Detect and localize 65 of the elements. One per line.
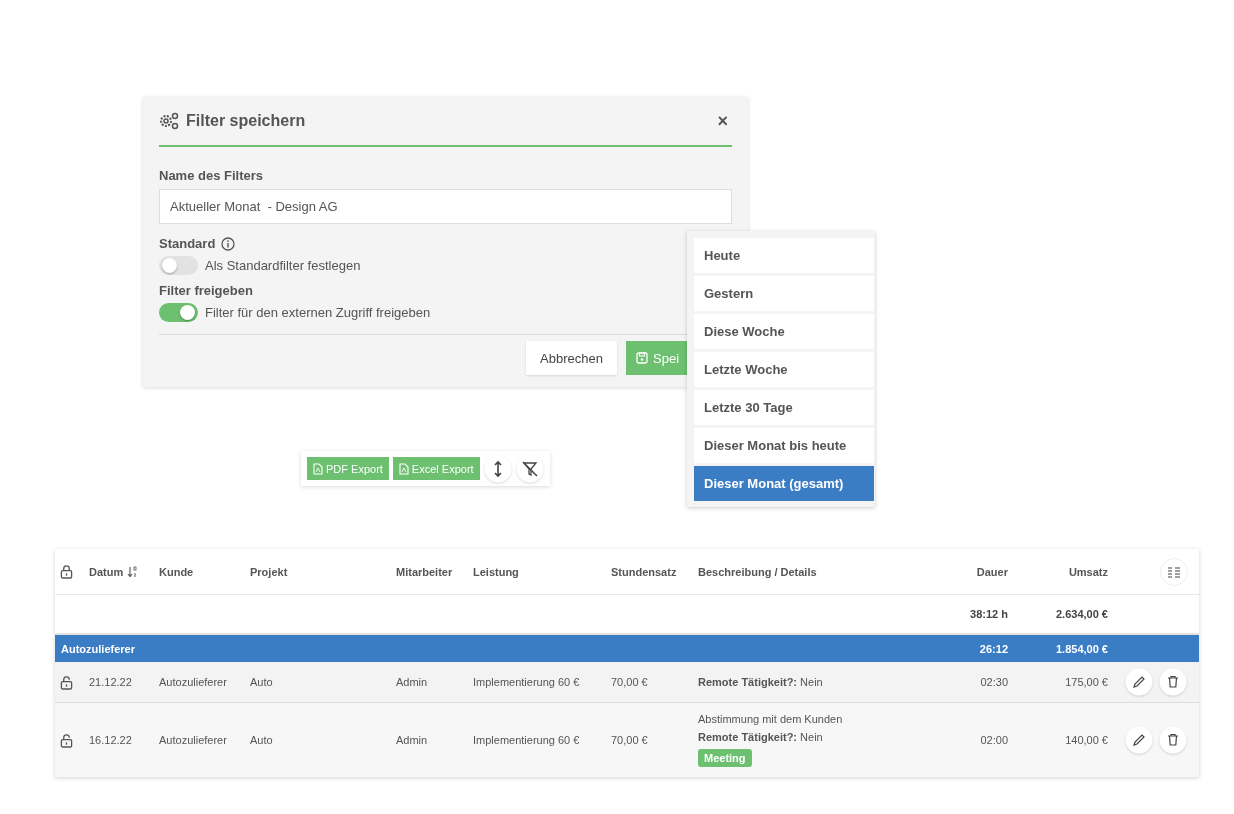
delete-icon[interactable] <box>1159 668 1187 696</box>
name-field[interactable]: Aktueller Monat - Design AG <box>159 189 732 224</box>
total-duration: 38:12 h <box>969 608 1008 620</box>
column-header[interactable]: Beschreibung / Details <box>698 565 817 578</box>
column-header[interactable]: Umsatz <box>1068 565 1108 578</box>
menu-item[interactable]: Heute <box>694 238 874 273</box>
file-icon <box>313 462 323 475</box>
field-label: Filter freigeben <box>159 283 253 298</box>
menu-item[interactable]: Letzte 30 Tage <box>694 390 874 425</box>
column-header[interactable]: Datum <box>89 565 124 578</box>
table-cell: 21.12.22 <box>89 676 132 688</box>
menu-item[interactable]: Gestern <box>694 276 874 311</box>
edit-icon[interactable] <box>1125 726 1153 754</box>
detail-text: Abstimmung mit dem Kunden <box>698 713 843 725</box>
sort-icon[interactable] <box>127 565 138 578</box>
table-cell: Implementierung 60 € <box>473 676 580 688</box>
toggle-switch[interactable] <box>159 303 198 322</box>
dialog-title: Filter speichern <box>186 112 307 130</box>
toggle-label: Filter für den externen Zugriff freigeben <box>205 305 431 320</box>
table-cell: Auto <box>250 734 273 746</box>
column-header[interactable]: Leistung <box>473 565 519 578</box>
column-header[interactable]: Mitarbeiter <box>396 565 453 578</box>
delete-icon[interactable] <box>1159 726 1187 754</box>
column-header[interactable]: Stundensatz <box>611 565 677 578</box>
detail-text: Remote Tätigkeit?: Nein <box>698 676 823 688</box>
toggle-switch[interactable] <box>159 256 198 275</box>
column-header[interactable]: Dauer <box>976 565 1008 578</box>
file-icon <box>398 462 409 475</box>
detail-text: Remote Tätigkeit?: Nein <box>698 731 823 743</box>
group-name: Autozulieferer <box>60 642 135 655</box>
unlocked-icon[interactable] <box>60 674 73 690</box>
toggle-label: Als Standardfilter festlegen <box>205 258 361 273</box>
column-header[interactable]: Kunde <box>159 565 194 578</box>
columns-icon[interactable] <box>1160 557 1188 586</box>
menu-item[interactable]: Letzte Woche <box>694 352 874 387</box>
table-cell: 02:30 <box>980 676 1008 688</box>
group-revenue: 1.854,00 € <box>1056 642 1108 655</box>
table-cell: 175,00 € <box>1065 676 1108 688</box>
field-label: Standard <box>159 236 216 251</box>
unlocked-icon[interactable] <box>60 732 73 748</box>
table-cell: Autozulieferer <box>159 734 227 746</box>
menu-item[interactable]: Dieser Monat (gesamt) <box>694 466 874 501</box>
table-cell: Auto <box>250 676 273 688</box>
table-cell: 16.12.22 <box>89 734 132 746</box>
group-duration: 26:12 <box>979 642 1008 655</box>
table-cell: Implementierung 60 € <box>473 734 580 746</box>
info-icon <box>221 236 236 251</box>
edit-icon[interactable] <box>1125 668 1153 696</box>
column-header[interactable]: Projekt <box>250 565 288 578</box>
tag: Meeting <box>698 749 752 767</box>
table-cell: 70,00 € <box>611 734 648 746</box>
lock-icon <box>60 564 73 579</box>
table-cell: Autozulieferer <box>159 676 227 688</box>
gears-icon <box>159 112 179 130</box>
table-cell: Admin <box>396 676 428 688</box>
close-button[interactable]: × <box>713 110 732 132</box>
menu-item[interactable]: Diese Woche <box>694 314 874 349</box>
table-cell: 02:00 <box>980 734 1008 746</box>
cancel-button[interactable]: Abbrechen <box>526 341 617 375</box>
table-cell: Admin <box>396 734 428 746</box>
table-cell: 70,00 € <box>611 676 648 688</box>
menu-item[interactable]: Dieser Monat bis heute <box>694 428 874 463</box>
table-cell: 140,00 € <box>1065 734 1108 746</box>
total-revenue: 2.634,00 € <box>1055 608 1108 620</box>
field-label: Name des Filters <box>159 168 265 183</box>
